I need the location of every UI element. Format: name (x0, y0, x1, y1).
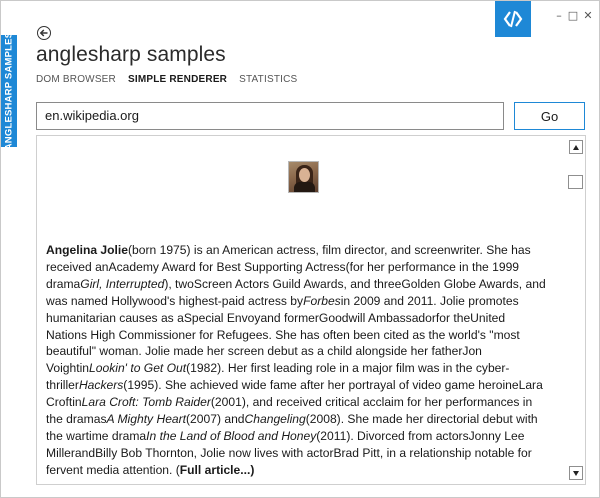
app-window: ANGLESHARP SAMPLES – □ ✕ anglesharp samp… (0, 0, 600, 498)
side-tab-label: ANGLESHARP SAMPLES (3, 31, 15, 151)
app-title: anglesharp samples (36, 43, 226, 66)
article-italic-text: Changeling (244, 412, 306, 427)
article-text-segment: drama (46, 276, 81, 291)
article-italic-text: Lookin' to Get Out (89, 361, 187, 376)
close-button[interactable]: ✕ (581, 7, 595, 23)
scroll-up-button[interactable] (569, 140, 583, 154)
article-text-segment: beautiful" woman. Jolie made her screen … (46, 344, 482, 359)
tab-bar: DOM BROWSER SIMPLE RENDERER STATISTICS (36, 74, 297, 85)
article-line: beautiful" woman. Jolie made her screen … (46, 343, 558, 360)
minimize-button[interactable]: – (553, 7, 565, 23)
article-line: humanitarian causes as aSpecial Envoyand… (46, 310, 558, 327)
article-text-segment: thriller (46, 378, 79, 393)
article-text-segment: (2007) and (186, 412, 245, 427)
article-line: the dramasA Mighty Heart(2007) andChange… (46, 411, 558, 428)
triangle-down-icon (573, 470, 579, 476)
article-bold-text: ) (250, 462, 255, 477)
article-text-segment: Voightin (46, 361, 90, 376)
article-line: thrillerHackers(1995). She achieved wide… (46, 377, 558, 394)
article-line: Angelina Jolie(born 1975) is an American… (46, 242, 558, 259)
article-text-segment: MillerandBilly Bob Thornton, Jolie now l… (46, 445, 532, 460)
article-italic-text: Lara Croft: Tomb Raider (81, 395, 211, 410)
article-text-segment: the wartime drama (46, 428, 147, 443)
scroll-thumb[interactable] (568, 175, 583, 189)
thumbnail-body (294, 182, 315, 192)
triangle-up-icon (573, 144, 579, 150)
arrow-left-icon (39, 29, 48, 37)
article-italic-text: Girl, Interrupted (80, 276, 165, 291)
article-bold-text: Angelina Jolie (46, 243, 128, 257)
back-button[interactable] (37, 26, 51, 40)
article-italic-text: Hackers (78, 378, 124, 393)
article-thumbnail[interactable] (288, 161, 319, 193)
article-line: VoightinLookin' to Get Out(1982). Her fi… (46, 360, 558, 377)
article-text-segment: was named Hollywood's highest-paid actre… (46, 293, 304, 308)
article-line: Nations High Commissioner for Refugees. … (46, 327, 558, 344)
article-text-segment: (2001), and received critical acclaim fo… (210, 395, 533, 410)
article-text-segment: the dramas (46, 412, 107, 427)
article-text-segment: humanitarian causes as aSpecial Envoyand… (46, 310, 506, 325)
article-line: was named Hollywood's highest-paid actre… (46, 293, 558, 310)
article-line: CroftinLara Croft: Tomb Raider(2001), an… (46, 394, 558, 411)
article-text-segment: Nations High Commissioner for Refugees. … (46, 327, 520, 342)
article-text-segment: (born 1975) is an American actress, film… (128, 243, 531, 257)
article-text-segment: in 2009 and 2011. Jolie promotes (340, 293, 519, 308)
article-text-segment: Croftin (46, 395, 82, 410)
article-text-segment: fervent media attention. ( (46, 462, 180, 477)
tab-statistics[interactable]: STATISTICS (239, 74, 297, 85)
article-italic-text: In the Land of Blood and Honey (146, 428, 317, 443)
article-text-segment: (1982). Her first leading role in a majo… (186, 361, 510, 376)
tab-dom-browser[interactable]: DOM BROWSER (36, 74, 116, 85)
vertical-scrollbar[interactable] (566, 136, 585, 484)
scroll-down-button[interactable] (569, 466, 583, 480)
logo-glyph-icon (503, 10, 523, 28)
article-text-segment: (1995). She achieved wide fame after her… (123, 378, 543, 393)
article-line: fervent media attention. (Full article..… (46, 462, 558, 479)
url-input[interactable]: en.wikipedia.org (36, 102, 504, 130)
anglesharp-logo-icon (495, 1, 531, 37)
side-tab[interactable]: ANGLESHARP SAMPLES (1, 32, 17, 150)
article-text-segment: ), twoScreen Actors Guild Awards, and th… (164, 276, 546, 291)
article-line: dramaGirl, Interrupted), twoScreen Actor… (46, 276, 558, 293)
article-text-segment: (2008). She made her directorial debut w… (305, 412, 538, 427)
article-line: the wartime dramaIn the Land of Blood an… (46, 428, 558, 445)
article-line: MillerandBilly Bob Thornton, Jolie now l… (46, 445, 558, 462)
article-italic-text: A Mighty Heart (106, 412, 187, 427)
article-bold-text: Full article... (179, 462, 251, 477)
maximize-button[interactable]: □ (567, 7, 579, 23)
render-area: Angelina Jolie(born 1975) is an American… (36, 135, 586, 485)
article-text-segment: received anAcademy Award for Best Suppor… (46, 259, 520, 274)
article-text: Angelina Jolie(born 1975) is an American… (46, 242, 558, 479)
thumbnail-face (299, 168, 310, 182)
tab-simple-renderer[interactable]: SIMPLE RENDERER (128, 74, 227, 85)
article-italic-text: Forbes (303, 293, 341, 308)
article-line: received anAcademy Award for Best Suppor… (46, 259, 558, 276)
go-button[interactable]: Go (514, 102, 585, 130)
article-text-segment: (2011). Divorced from actorsJonny Lee (316, 428, 525, 443)
